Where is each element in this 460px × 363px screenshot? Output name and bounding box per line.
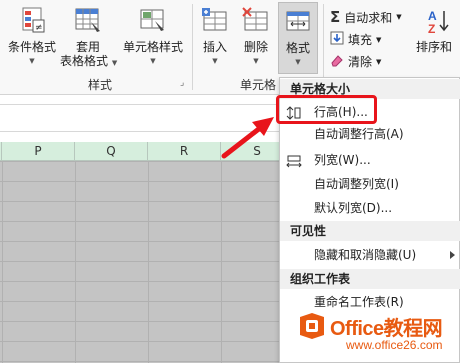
rename-sheet-label: 重命名工作表(R) xyxy=(314,295,404,309)
insert-label: 插入 xyxy=(202,40,227,54)
column-width-label: 列宽(W)... xyxy=(314,153,371,167)
table-format-icon xyxy=(73,6,103,36)
office-logo-icon xyxy=(300,313,324,339)
conditional-format-button[interactable]: ≠ 条件格式 ▼ xyxy=(4,6,60,68)
dialog-launcher-icon[interactable]: ⌟ xyxy=(180,78,184,88)
format-button[interactable]: 格式 ▼ xyxy=(278,2,318,74)
column-width-icon xyxy=(286,153,302,168)
svg-text:≠: ≠ xyxy=(35,23,43,33)
menu-item-default-width[interactable]: 默认列宽(D)... xyxy=(280,197,460,219)
ribbon-divider xyxy=(192,4,193,90)
format-as-table-label-2-text: 表格格式 xyxy=(60,54,109,68)
cells-group-label: 单元格 xyxy=(240,78,277,92)
format-as-table-label-2: 表格格式 ▼ xyxy=(60,54,118,68)
sigma-icon: Σ xyxy=(330,8,341,26)
insert-cells-icon xyxy=(200,6,230,36)
insert-button[interactable]: 插入 ▼ xyxy=(197,6,233,68)
cell-styles-button[interactable]: 单元格样式 ▼ xyxy=(118,6,188,68)
cell-styles-label: 单元格样式 xyxy=(122,40,183,54)
column-header-p[interactable]: P xyxy=(2,142,75,161)
format-as-table-button[interactable]: 套用 表格格式 ▼ xyxy=(60,6,118,70)
chevron-down-icon: ▼ xyxy=(396,13,402,21)
watermark-url: www.office26.com xyxy=(346,338,443,352)
sort-filter-label: 排序和 xyxy=(416,40,453,54)
autofit-column-width-label: 自动调整列宽(I) xyxy=(314,177,399,191)
watermark-brand: Office教程网 xyxy=(330,318,443,340)
chevron-down-icon: ▼ xyxy=(150,57,156,65)
styles-group-label: 样式 xyxy=(88,78,113,92)
clear-label: 清除 xyxy=(348,55,373,69)
menu-item-rename-sheet[interactable]: 重命名工作表(R) xyxy=(280,291,460,313)
format-cells-icon xyxy=(283,7,313,37)
autosum-button[interactable]: Σ 自动求和 ▼ xyxy=(330,8,402,26)
cell-grid[interactable] xyxy=(0,161,280,363)
delete-button[interactable]: 删除 ▼ xyxy=(238,6,274,68)
svg-text:A: A xyxy=(428,9,437,23)
menu-item-autofit-column-width[interactable]: 自动调整列宽(I) xyxy=(280,173,460,195)
menu-item-autofit-row-height[interactable]: 自动调整行高(A) xyxy=(280,123,460,145)
delete-label: 删除 xyxy=(243,40,268,54)
menu-item-hide-unhide[interactable]: 隐藏和取消隐藏(U) xyxy=(280,244,460,266)
menu-section-visibility: 可见性 xyxy=(280,221,460,241)
autofit-row-height-label: 自动调整行高(A) xyxy=(314,127,404,141)
chevron-down-icon: ▼ xyxy=(376,57,382,66)
chevron-down-icon: ▼ xyxy=(29,57,35,65)
svg-text:Z: Z xyxy=(428,22,435,36)
menu-section-organize-sheets: 组织工作表 xyxy=(280,269,460,289)
chevron-down-icon: ▼ xyxy=(295,58,301,66)
conditional-format-label: 条件格式 xyxy=(7,40,56,54)
highlight-box xyxy=(276,95,377,124)
menu-item-column-width[interactable]: 列宽(W)... xyxy=(280,149,460,171)
chevron-down-icon: ▼ xyxy=(253,57,259,65)
column-header-q[interactable]: Q xyxy=(75,142,148,161)
chevron-down-icon: ▼ xyxy=(376,35,382,44)
default-width-label: 默认列宽(D)... xyxy=(314,201,393,215)
autosum-label: 自动求和 xyxy=(344,10,393,25)
submenu-arrow-icon xyxy=(450,251,455,259)
column-header-r[interactable]: R xyxy=(148,142,221,161)
fill-label: 填充 xyxy=(348,33,373,47)
watermark: Office教程网 www.office26.com xyxy=(298,312,458,360)
sort-filter-button[interactable]: A Z 排序和 xyxy=(416,6,460,54)
conditional-format-icon: ≠ xyxy=(17,6,47,36)
hide-unhide-label: 隐藏和取消隐藏(U) xyxy=(314,248,417,262)
eraser-icon xyxy=(330,53,344,70)
sort-filter-icon: A Z xyxy=(426,6,456,36)
format-label: 格式 xyxy=(285,41,310,55)
delete-cells-icon xyxy=(241,6,271,36)
cell-styles-icon xyxy=(138,6,168,36)
clear-button[interactable]: 清除 ▼ xyxy=(330,53,381,70)
chevron-down-icon: ▼ xyxy=(212,57,218,65)
format-as-table-label-1: 套用 xyxy=(75,40,100,54)
red-arrow-icon xyxy=(221,117,274,159)
fill-button[interactable]: 填充 ▼ xyxy=(330,31,381,48)
fill-down-icon xyxy=(330,31,344,48)
